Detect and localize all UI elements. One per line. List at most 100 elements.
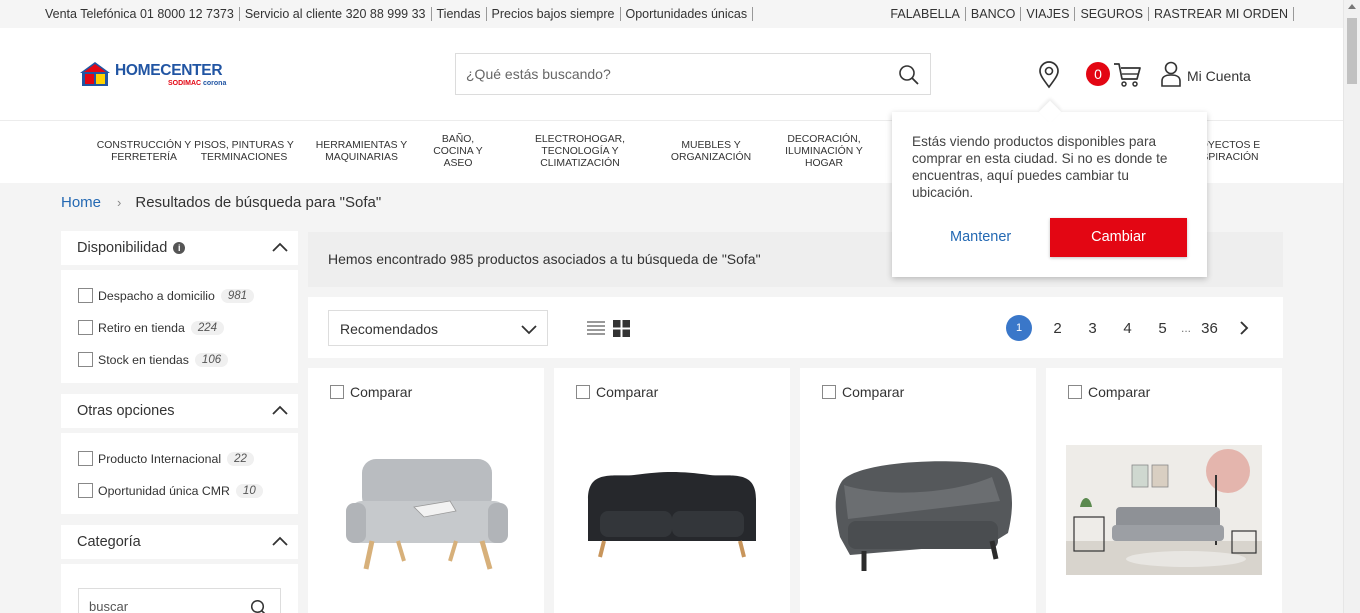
checkbox[interactable] — [78, 352, 93, 367]
location-popup: Estás viendo productos disponibles para … — [892, 100, 1207, 277]
product-image[interactable] — [1066, 445, 1262, 575]
house-logo-icon — [80, 62, 110, 86]
track-order-link[interactable]: RASTREAR MI ORDEN — [1149, 7, 1294, 21]
results-summary: Hemos encontrado 985 productos asociados… — [328, 251, 761, 267]
filter-categoria-body — [61, 564, 298, 613]
filter-otras-header[interactable]: Otras opciones — [61, 394, 298, 428]
chevron-right-icon[interactable] — [1231, 319, 1259, 337]
my-account-link[interactable]: Mi Cuenta — [1187, 68, 1251, 84]
info-icon[interactable]: i — [173, 242, 186, 254]
scroll-up-arrow-icon[interactable] — [1348, 4, 1356, 9]
filter-disponibilidad-header[interactable]: Disponibilidad i — [61, 231, 298, 265]
chevron-up-icon[interactable] — [272, 535, 288, 547]
seguros-link[interactable]: SEGUROS — [1075, 7, 1149, 21]
sort-value: Recomendados — [340, 321, 439, 337]
stores-link[interactable]: Tiendas — [432, 7, 487, 21]
compare-checkbox[interactable]: Comparar — [576, 384, 658, 400]
product-image[interactable] — [574, 441, 770, 581]
sort-select[interactable]: Recomendados — [328, 310, 548, 346]
product-image[interactable] — [820, 441, 1016, 581]
cart-icon[interactable] — [1112, 60, 1142, 88]
filter-disponibilidad-label: Disponibilidad — [77, 240, 168, 256]
option-label: Retiro en tienda — [98, 320, 185, 335]
filter-option[interactable]: Retiro en tienda 224 — [78, 320, 225, 335]
opportunities-link[interactable]: Oportunidades únicas — [621, 7, 754, 21]
list-view-icon[interactable] — [587, 320, 605, 336]
checkbox[interactable] — [822, 385, 836, 399]
filter-option[interactable]: Stock en tiendas 106 — [78, 352, 229, 367]
search-icon[interactable] — [250, 599, 268, 613]
checkbox[interactable] — [330, 385, 344, 399]
search-input[interactable] — [466, 64, 886, 84]
grid-view-icon[interactable] — [613, 320, 630, 337]
falabella-link[interactable]: FALABELLA — [885, 7, 966, 21]
option-label: Stock en tiendas — [98, 352, 189, 367]
page-last[interactable]: 36 — [1192, 320, 1227, 337]
product-card[interactable]: Comparar — [1046, 368, 1282, 613]
checkbox[interactable] — [1068, 385, 1082, 399]
breadcrumb-home[interactable]: Home — [61, 194, 101, 211]
checkbox[interactable] — [576, 385, 590, 399]
location-message: Estás viendo productos disponibles para … — [912, 134, 1168, 200]
nav-pisos[interactable]: PISOS, PINTURAS Y TERMINACIONES — [194, 121, 294, 183]
banco-link[interactable]: BANCO — [966, 7, 1022, 21]
category-search-input[interactable] — [89, 599, 239, 613]
page-2[interactable]: 2 — [1040, 320, 1075, 337]
breadcrumb: Home › Resultados de búsqueda para "Sofa… — [61, 194, 381, 211]
option-count: 22 — [227, 451, 254, 466]
filter-otras-title: Otras opciones — [77, 403, 175, 419]
checkbox[interactable] — [78, 451, 93, 466]
chevron-up-icon[interactable] — [272, 241, 288, 253]
option-label: Oportunidad única CMR — [98, 483, 230, 498]
compare-checkbox[interactable]: Comparar — [1068, 384, 1150, 400]
scrollbar-thumb[interactable] — [1347, 18, 1357, 84]
page-1[interactable]: 1 — [1006, 315, 1032, 341]
filter-option[interactable]: Despacho a domicilio 981 — [78, 288, 255, 303]
user-icon[interactable] — [1160, 61, 1182, 87]
chevron-down-icon — [521, 325, 537, 335]
low-prices-link[interactable]: Precios bajos siempre — [487, 7, 621, 21]
cart-count-badge[interactable]: 0 — [1086, 62, 1110, 86]
page-4[interactable]: 4 — [1110, 320, 1145, 337]
change-location-button[interactable]: Cambiar — [1050, 218, 1187, 257]
viajes-link[interactable]: VIAJES — [1021, 7, 1076, 21]
filter-disponibilidad-body: Despacho a domicilio 981 Retiro en tienda… — [61, 270, 298, 383]
nav-construccion[interactable]: CONSTRUCCIÓN Y FERRETERÍA — [84, 121, 204, 183]
search-icon[interactable] — [898, 64, 920, 86]
customer-service-link[interactable]: Servicio al cliente 320 88 999 33 — [240, 7, 432, 21]
option-count: 224 — [190, 320, 225, 335]
homecenter-logo[interactable]: HOMECENTER SODIMAC corona — [78, 61, 248, 89]
page-3[interactable]: 3 — [1075, 320, 1110, 337]
nav-muebles[interactable]: MUEBLES Y ORGANIZACIÓN — [666, 121, 756, 183]
logo-sodimac-text: SODIMAC — [168, 80, 202, 87]
location-pin-icon[interactable] — [1037, 61, 1061, 89]
search-box — [455, 53, 931, 95]
checkbox[interactable] — [78, 288, 93, 303]
product-card[interactable]: Comparar — [308, 368, 544, 613]
page-5[interactable]: 5 — [1145, 320, 1180, 337]
checkbox[interactable] — [78, 483, 93, 498]
filter-option[interactable]: Producto Internacional 22 — [78, 451, 254, 466]
checkbox[interactable] — [78, 320, 93, 335]
logo-sub-text: SODIMAC corona — [168, 80, 226, 87]
phone-sales-link[interactable]: Venta Telefónica 01 8000 12 7373 — [45, 7, 240, 21]
page-scrollbar[interactable] — [1343, 0, 1360, 613]
filter-categoria-header[interactable]: Categoría — [61, 525, 298, 559]
compare-checkbox[interactable]: Comparar — [330, 384, 412, 400]
compare-checkbox[interactable]: Comparar — [822, 384, 904, 400]
nav-bano[interactable]: BAÑO, COCINA Y ASEO — [428, 121, 488, 183]
chevron-up-icon[interactable] — [272, 404, 288, 416]
nav-decoracion[interactable]: DECORACIÓN, ILUMINACIÓN Y HOGAR — [780, 121, 868, 183]
filter-option[interactable]: Oportunidad única CMR 10 — [78, 483, 263, 498]
pagination: 1 2 3 4 5 ... 36 — [1006, 315, 1259, 341]
product-image[interactable] — [328, 441, 524, 581]
keep-location-button[interactable]: Mantener — [950, 229, 1011, 245]
compare-label: Comparar — [350, 384, 413, 400]
nav-electrohogar[interactable]: ELECTROHOGAR, TECNOLOGÍA Y CLIMATIZACIÓN — [530, 121, 630, 183]
nav-herramientas[interactable]: HERRAMIENTAS Y MAQUINARIAS — [314, 121, 409, 183]
product-card[interactable]: Comparar — [800, 368, 1036, 613]
results-toolbar: Recomendados 1 2 3 4 5 ... 36 — [308, 297, 1283, 358]
page-ellipsis: ... — [1180, 321, 1191, 335]
logo-brand-text: HOMECENTER — [115, 62, 223, 79]
product-card[interactable]: Comparar — [554, 368, 790, 613]
